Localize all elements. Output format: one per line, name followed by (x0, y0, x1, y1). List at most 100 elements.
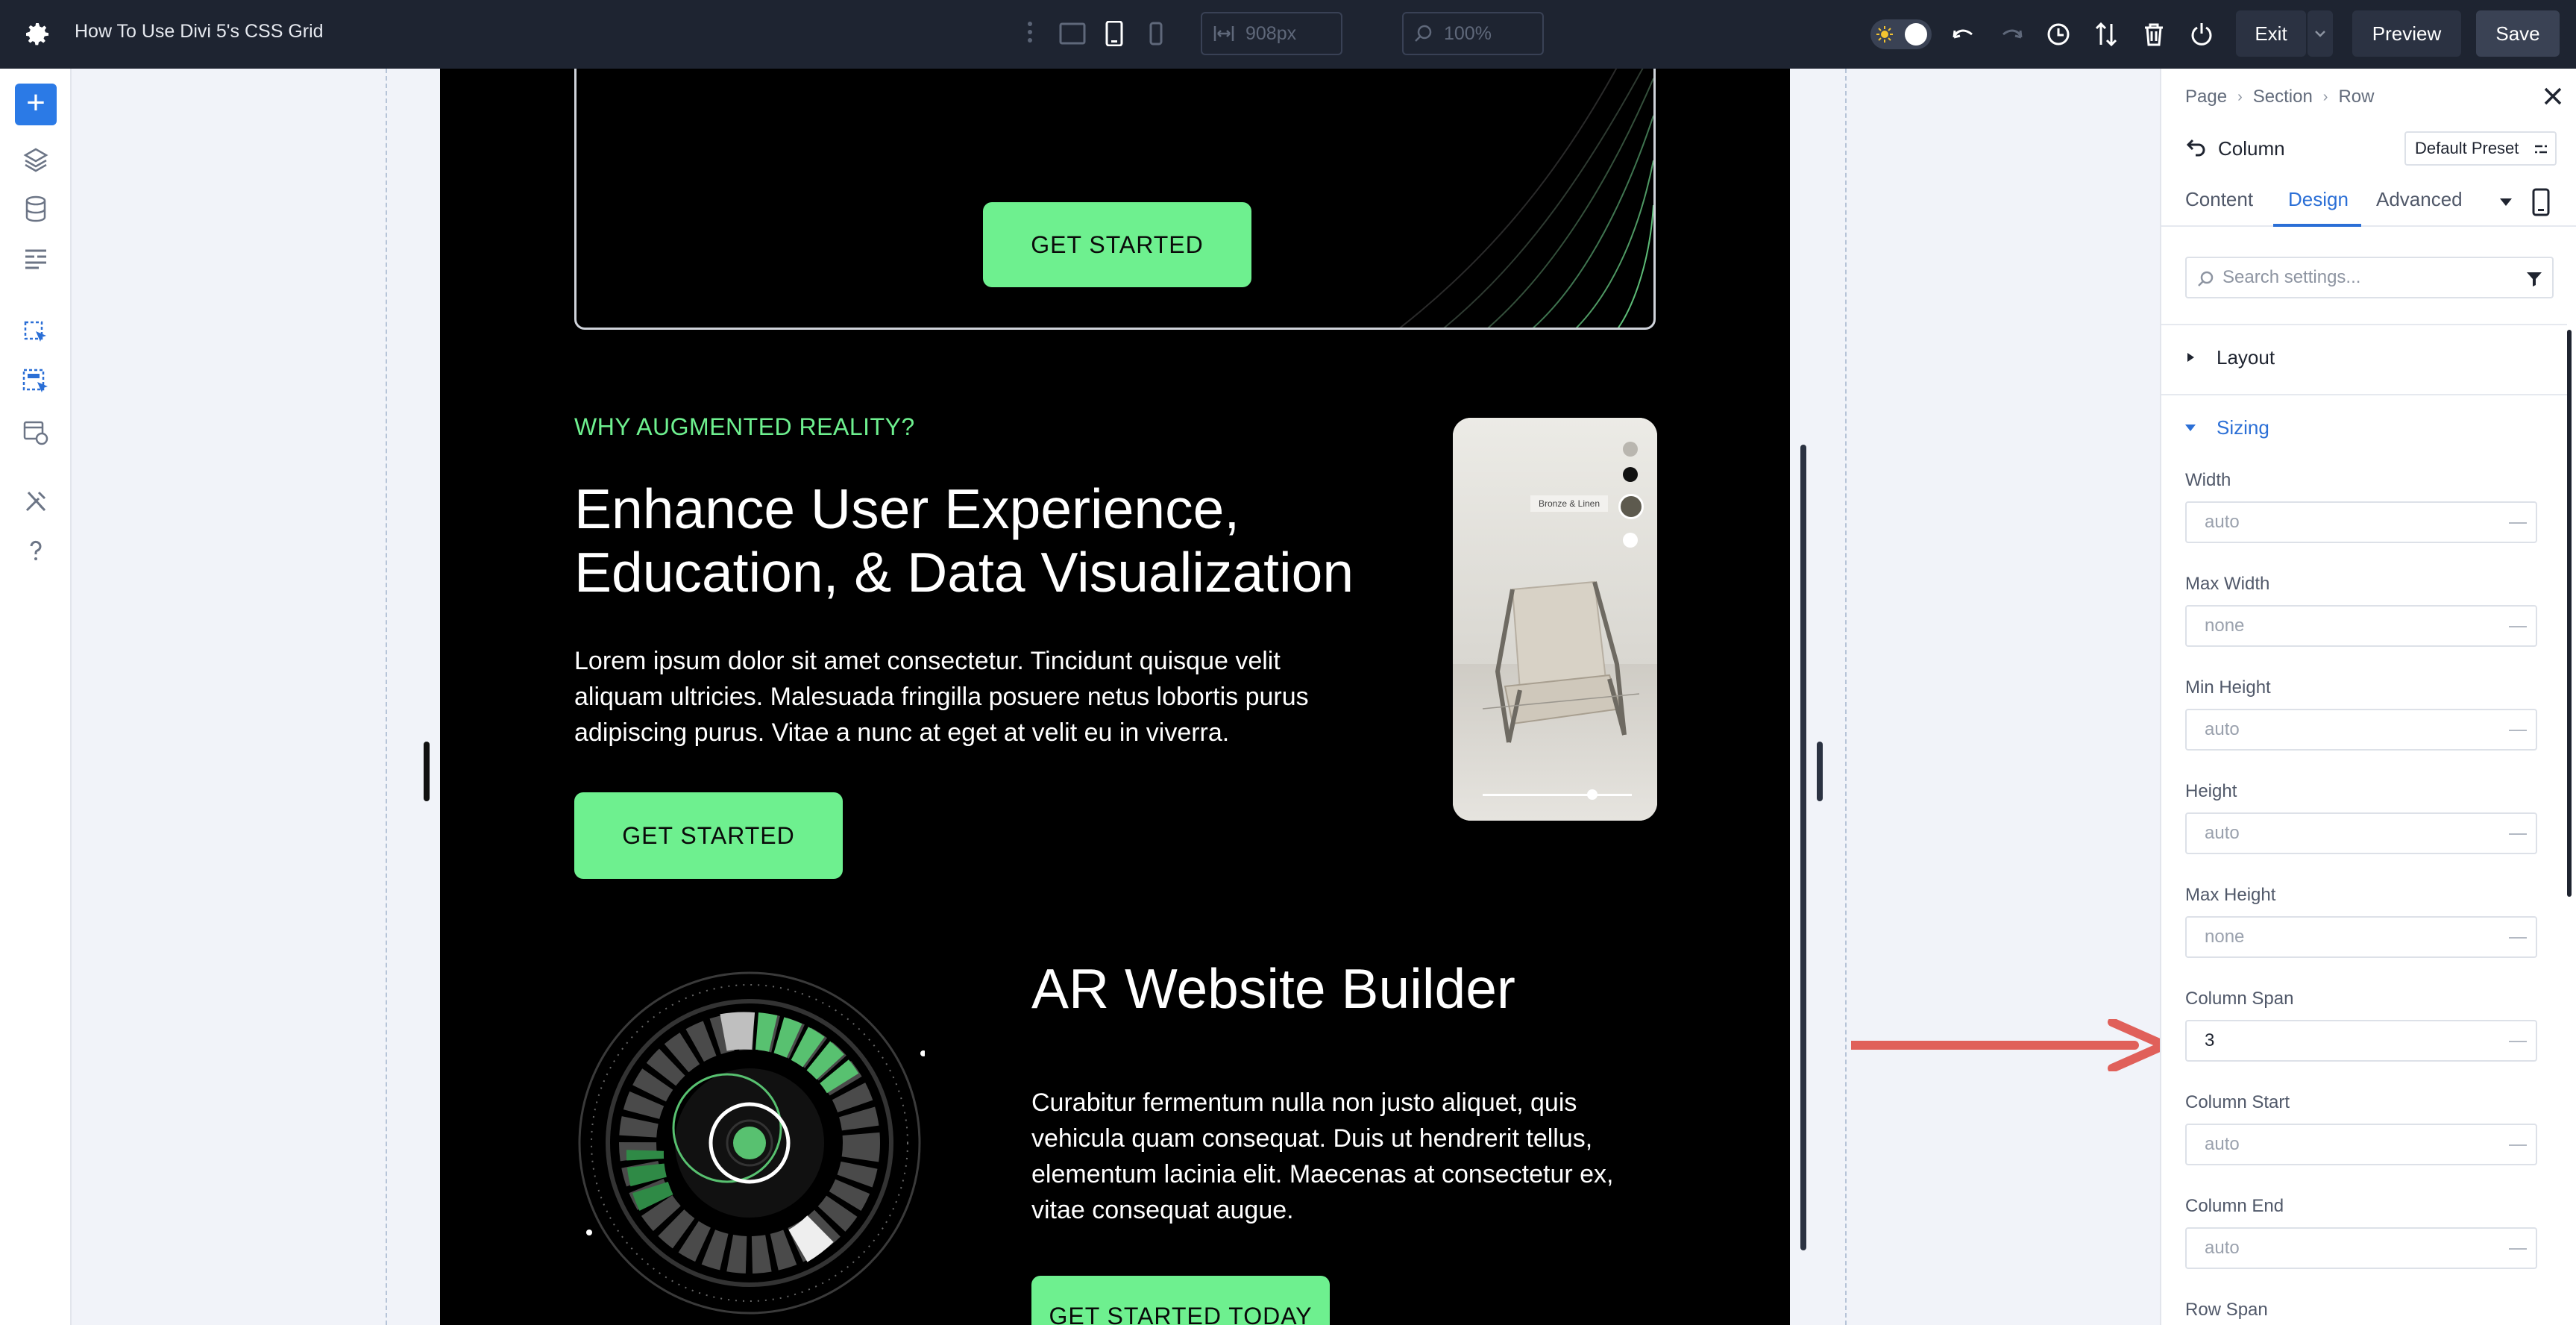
tools-icon[interactable] (21, 486, 51, 516)
caret-right-icon[interactable] (2184, 351, 2197, 364)
column-span-input[interactable]: 3 (2185, 1020, 2537, 1062)
power-icon[interactable] (2188, 21, 2215, 48)
sort-icon[interactable] (2093, 21, 2120, 48)
panel-tabs: Content Design Advanced (2161, 181, 2576, 227)
desktop-view-icon[interactable] (1059, 21, 1086, 46)
exit-button[interactable]: Exit (2236, 10, 2306, 57)
height-input[interactable]: auto (2185, 812, 2537, 854)
page-preview[interactable]: GET STARTED WHY AUGMENTED REALITY? Enhan… (440, 69, 1790, 1325)
max-width-value: none (2205, 615, 2245, 636)
row-span-label: Row Span (2185, 1300, 2268, 1320)
layout-icon[interactable] (21, 243, 51, 273)
divider (2161, 324, 2567, 325)
column-end-input[interactable]: auto (2185, 1227, 2537, 1269)
gear-icon[interactable] (22, 19, 52, 49)
back-arrow-icon[interactable] (2185, 136, 2208, 158)
unit-dash-icon[interactable] (2509, 1041, 2527, 1042)
phone-view-icon[interactable] (1143, 21, 1169, 46)
panel-title: Column (2218, 137, 2285, 160)
caret-down-icon[interactable] (2498, 197, 2513, 207)
resize-handle-left[interactable] (424, 742, 430, 801)
tablet-view-icon[interactable] (1101, 21, 1128, 46)
caret-down-icon[interactable] (2184, 421, 2197, 434)
canvas-width-field[interactable]: 908px (1201, 12, 1342, 55)
preview-button[interactable]: Preview (2352, 10, 2461, 57)
undo-icon[interactable] (1950, 21, 1976, 48)
drag-dots-icon[interactable] (1026, 18, 1034, 51)
exit-dropdown-button[interactable] (2308, 10, 2333, 57)
preset-select[interactable]: Default Preset (2404, 131, 2557, 166)
height-label: Height (2185, 781, 2237, 801)
chevron-down-icon (2315, 31, 2325, 37)
zoom-field[interactable]: 100% (1402, 12, 1544, 55)
theme-toggle[interactable] (1870, 19, 1932, 49)
column-start-label: Column Start (2185, 1092, 2290, 1112)
column-end-label: Column End (2185, 1196, 2284, 1216)
help-icon[interactable] (21, 536, 51, 566)
section-cursor-icon[interactable] (21, 367, 51, 397)
database-icon[interactable] (21, 194, 51, 224)
layout-section-toggle[interactable]: Layout (2217, 346, 2275, 369)
unit-dash-icon[interactable] (2509, 937, 2527, 939)
breadcrumb-page[interactable]: Page (2185, 87, 2227, 107)
max-width-input[interactable]: none (2185, 605, 2537, 647)
unit-dash-icon[interactable] (2509, 730, 2527, 731)
tab-active-underline (2273, 224, 2361, 227)
redo-icon[interactable] (1999, 21, 2026, 48)
canvas-scrollbar[interactable] (1800, 445, 1806, 1250)
add-module-button[interactable]: + (15, 84, 57, 125)
panel-scrollbar[interactable] (2567, 330, 2572, 897)
tab-content[interactable]: Content (2185, 188, 2253, 211)
max-height-input[interactable]: none (2185, 916, 2537, 958)
width-input[interactable]: auto (2185, 501, 2537, 543)
resize-handle-right[interactable] (1817, 742, 1823, 801)
filter-icon[interactable] (2525, 270, 2543, 288)
hero-get-started-button[interactable]: GET STARTED (983, 202, 1251, 287)
min-height-value: auto (2205, 719, 2240, 739)
breadcrumb-chevron-icon: › (2322, 88, 2328, 105)
max-height-label: Max Height (2185, 885, 2276, 905)
layers-icon[interactable] (21, 145, 51, 175)
hero-card: GET STARTED (574, 69, 1656, 330)
min-height-input[interactable]: auto (2185, 709, 2537, 751)
unit-dash-icon[interactable] (2509, 833, 2527, 835)
get-started-today-button[interactable]: GET STARTED TODAY (1031, 1276, 1330, 1325)
column-start-input[interactable]: auto (2185, 1124, 2537, 1165)
ar-dial-graphic (578, 971, 925, 1315)
breadcrumb: Page › Section › Row (2185, 87, 2374, 107)
ar-builder-body-text: Curabitur fermentum nulla non justo aliq… (1031, 1088, 1614, 1224)
sizing-section-toggle[interactable]: Sizing (2217, 416, 2269, 439)
search-settings-input[interactable]: Search settings... (2185, 257, 2554, 298)
breadcrumb-section[interactable]: Section (2253, 87, 2313, 107)
preset-options-icon (2535, 145, 2547, 154)
canvas-width-value: 908px (1245, 22, 1297, 44)
guide-line-right (1845, 69, 1847, 1325)
guide-line-left (386, 69, 387, 1325)
zoom-value: 100% (1444, 22, 1492, 44)
max-width-label: Max Width (2185, 574, 2270, 594)
unit-dash-icon[interactable] (2509, 1144, 2527, 1146)
tab-design[interactable]: Design (2288, 188, 2349, 211)
unit-dash-icon[interactable] (2509, 1248, 2527, 1250)
tab-advanced[interactable]: Advanced (2376, 188, 2463, 211)
save-button[interactable]: Save (2476, 10, 2560, 57)
unit-dash-icon[interactable] (2509, 522, 2527, 524)
search-placeholder: Search settings... (2222, 267, 2361, 287)
breadcrumb-row[interactable]: Row (2338, 87, 2374, 107)
history-icon[interactable] (2045, 21, 2072, 48)
eyebrow-text: WHY AUGMENTED REALITY? (574, 413, 915, 440)
section-heading: Enhance User Experience, Education, & Da… (574, 477, 1354, 604)
portability-icon[interactable] (21, 418, 51, 448)
breadcrumb-chevron-icon: › (2237, 88, 2243, 105)
left-sidebar: + (0, 69, 72, 1325)
trash-icon[interactable] (2140, 21, 2167, 48)
product-tag: Bronze & Linen (1530, 495, 1608, 512)
red-arrow-icon (1851, 1019, 2169, 1071)
device-icon[interactable] (2531, 188, 2551, 216)
unit-dash-icon[interactable] (2509, 626, 2527, 627)
get-started-button[interactable]: GET STARTED (574, 792, 843, 879)
min-height-label: Min Height (2185, 677, 2271, 698)
close-icon[interactable] (2542, 85, 2564, 107)
page-cursor-icon[interactable] (21, 318, 51, 348)
chair-image (1482, 580, 1640, 743)
